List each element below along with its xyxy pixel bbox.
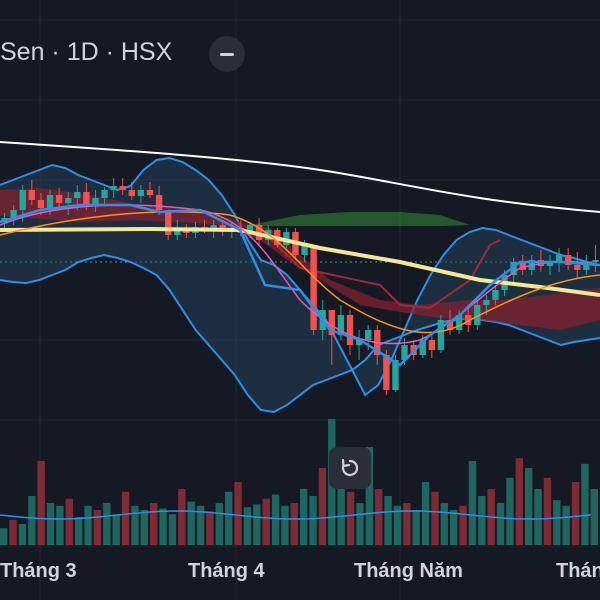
volume-bar [28,496,36,545]
volume-bar [206,511,214,545]
candle-body [574,265,581,270]
volume-bar [131,505,139,545]
candle-body [65,198,72,203]
volume-bar [534,489,542,545]
volume-bar [75,517,83,545]
volume-bar [281,505,289,545]
volume-bar [262,498,270,545]
volume-bar [515,458,523,545]
candle-body [83,192,90,205]
volume-bar [159,508,167,545]
volume-bar [121,491,130,545]
candle-body [365,330,372,340]
volume-bar [140,510,148,545]
candle-body [119,186,126,190]
volume-bar [590,489,598,545]
volume-bar [356,503,364,545]
candle-body [101,190,108,198]
volume-bar [506,477,514,545]
volume-bar [543,477,552,545]
volume-bar [431,491,439,545]
candle-body [37,200,45,208]
volume-bar [525,468,533,545]
candle-body [310,245,317,330]
x-tick-label: Tháng Năm [354,560,463,582]
candle-body [137,190,145,196]
candle-body [492,290,499,300]
candle-body [437,320,445,350]
candle-body [110,186,117,190]
volume-bar [18,524,27,545]
volume-bar [253,504,261,545]
candle-body [592,260,599,262]
x-tick-label: Tháng 4 [188,560,265,582]
volume-bar [243,507,252,545]
volume-bar [581,463,589,545]
volume-bar [562,505,570,545]
volume-bar [403,503,411,545]
volume-bar [346,491,355,545]
volume-bars [0,419,598,545]
candle-body [19,190,26,210]
candle-body [28,190,35,200]
volume-bar [225,491,233,545]
volume-bar [0,528,8,545]
volume-bar [459,505,467,545]
volume-bar [468,461,477,545]
volume-bar [300,489,308,545]
volume-bar [168,514,177,545]
volume-bar [450,510,458,545]
chart-title: Sen · 1D · HSX [0,38,173,66]
reset-chart-button[interactable] [329,447,371,489]
candle-body [74,192,81,198]
candle-body [128,190,135,196]
candle-body [55,195,63,203]
candle-body [165,210,172,235]
volume-bar [187,501,195,545]
candle-body [46,195,54,208]
volume-bar [384,496,392,545]
volume-bar [93,510,102,545]
price-chart[interactable] [0,0,600,600]
reset-icon [341,458,359,477]
candle-body [146,190,154,195]
volume-bar [290,503,298,545]
collapse-legend-button[interactable] [209,36,245,72]
volume-bar [478,496,486,545]
volume-bar [103,503,111,545]
candle-body [428,340,435,350]
cloud-bullish [250,212,470,226]
volume-bar [9,519,17,545]
x-tick-label: Tháng 3 [0,560,77,582]
volume-bar [412,510,420,545]
volume-bar [65,498,73,545]
volume-bar [309,496,317,545]
volume-bar [112,514,120,545]
volume-bar [46,503,55,545]
volume-bar [571,482,580,545]
volume-bar [37,461,45,545]
x-tick-label: Thán [556,560,600,582]
volume-bar [215,503,223,545]
volume-bar [56,505,64,545]
volume-bar [318,468,327,545]
candle-body [383,355,390,390]
candle-body [483,300,490,305]
volume-bar [337,482,345,545]
volume-bar [553,500,561,545]
candle-body [155,195,163,210]
candle-body [346,315,354,345]
volume-bar [178,489,186,545]
volume-bar [496,503,505,545]
volume-bar [375,489,383,545]
volume-bar [234,482,242,545]
minus-icon [220,52,234,56]
volume-bar [84,505,92,545]
volume-bar [421,482,430,545]
volume-bar [150,503,158,545]
volume-bar [271,494,280,545]
volume-bar [440,503,448,545]
chart-root: Sen · 1D · HSX Tháng 3 Tháng 4 Tháng Năm… [0,0,600,600]
